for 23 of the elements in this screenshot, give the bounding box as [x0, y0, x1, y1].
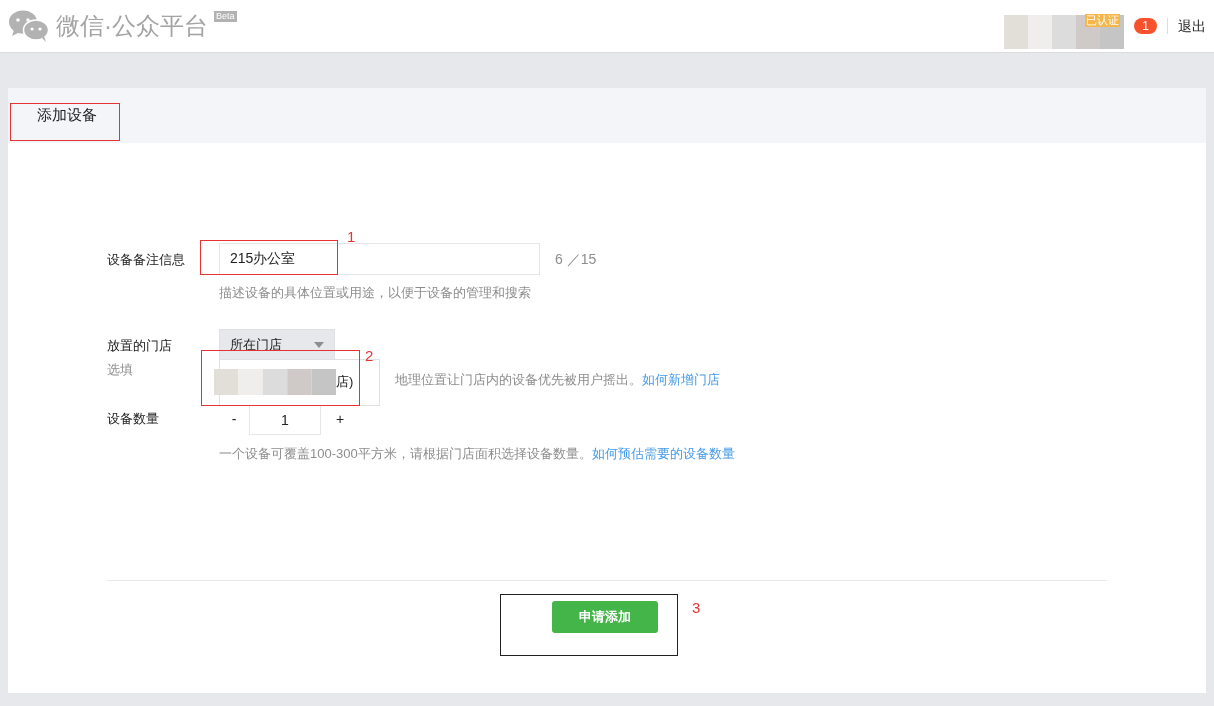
verified-tag: 已认证	[1085, 14, 1121, 27]
quantity-input[interactable]: 1	[249, 404, 321, 435]
field-hint: 地理位置让门店内的设备优先被用户摇出。	[395, 370, 642, 389]
dropdown-option[interactable]: 店)	[336, 372, 354, 392]
field-label: 放置的门店	[107, 336, 173, 355]
remark-input[interactable]: 215办公室	[219, 243, 540, 275]
field-hint: 描述设备的具体位置或用途，以便于设备的管理和搜索	[219, 284, 532, 302]
field-hint: 一个设备可覆盖100-300平方米，请根据门店面积选择设备数量。	[219, 445, 592, 463]
chat-bubbles-icon	[8, 9, 50, 43]
increment-button[interactable]: +	[321, 409, 359, 430]
logo-text: 微信·公众平台	[56, 14, 208, 38]
annotation-number: 2	[365, 346, 374, 366]
annotation-number: 3	[692, 598, 701, 618]
optional-note: 选填	[107, 361, 134, 379]
caret-icon	[314, 341, 324, 348]
character-counter: 6 ／15	[555, 250, 597, 269]
field-label: 设备备注信息	[107, 251, 186, 269]
store-select[interactable]: 所在门店	[219, 328, 335, 361]
field-label: 设备数量	[107, 410, 160, 428]
panel-title: 添加设备	[37, 105, 97, 126]
logout-link[interactable]: 退出	[1178, 15, 1206, 37]
beta-tag: Beta	[214, 10, 237, 22]
decrement-button[interactable]: -	[219, 409, 249, 430]
